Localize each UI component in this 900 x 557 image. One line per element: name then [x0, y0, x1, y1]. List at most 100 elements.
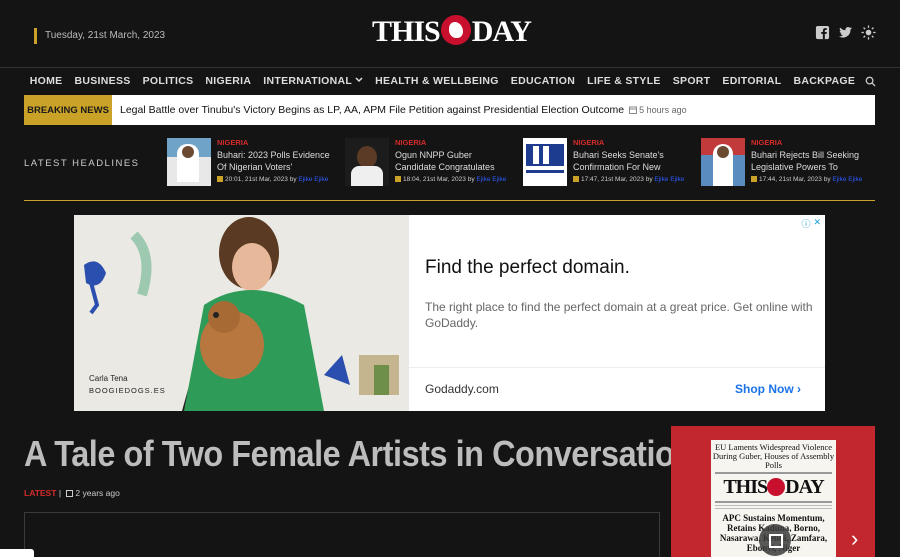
- ad-domain[interactable]: Godaddy.com: [425, 382, 499, 396]
- paper-rule: [715, 505, 832, 506]
- ad-caption-name: Carla Tena: [89, 374, 128, 383]
- nav-item-editorial[interactable]: EDITORIAL: [716, 75, 787, 87]
- headline-title[interactable]: Buhari: 2023 Polls Evidence Of Nigerian …: [217, 149, 335, 173]
- ad-shop-now-label: Shop Now: [735, 382, 794, 396]
- headline-time: 17:44, 21st Mar, 2023: [759, 176, 822, 183]
- section-divider: [24, 200, 875, 201]
- facebook-icon[interactable]: [815, 25, 830, 40]
- headline-meta: 18:04, 21st Mar, 2023 by Ejike Ejike: [395, 176, 513, 183]
- social-icons: [815, 25, 876, 40]
- paper-logo-day: DAY: [785, 476, 824, 498]
- nav-item-international[interactable]: INTERNATIONAL: [257, 75, 369, 87]
- headline-author[interactable]: Ejike Ejike: [654, 176, 684, 183]
- headline-by: by: [467, 176, 475, 183]
- headline-category[interactable]: NIGERIA: [751, 138, 869, 147]
- headline-title[interactable]: Buhari Rejects Bill Seeking Legislative …: [751, 149, 869, 173]
- corner-tab[interactable]: [0, 549, 34, 557]
- advertisement[interactable]: Carla Tena BOOGIEDOGS.ES ⓘ ✕ Find the pe…: [74, 215, 825, 411]
- nav-item-nigeria[interactable]: NIGERIA: [199, 75, 257, 87]
- ad-close-icon[interactable]: ✕: [813, 217, 821, 230]
- paper-headline: EU Laments Widespread Violence During Gu…: [712, 442, 835, 470]
- nav-item-education[interactable]: EDUCATION: [505, 75, 581, 87]
- calendar-icon: [573, 176, 579, 182]
- headline-by: by: [823, 176, 831, 183]
- headline-thumbnail[interactable]: [701, 138, 745, 186]
- logo-emblem-icon: [767, 478, 786, 496]
- headline-category[interactable]: NIGERIA: [217, 138, 335, 147]
- paper-rule: [715, 508, 832, 509]
- article-media-frame[interactable]: [24, 512, 660, 557]
- nav-item-sport[interactable]: SPORT: [667, 75, 717, 87]
- paper-rule: [715, 472, 832, 474]
- ad-caption-site: BOOGIEDOGS.ES: [89, 386, 166, 395]
- headline-card[interactable]: NIGERIA Buhari Seeks Senate's Confirmati…: [523, 138, 691, 188]
- headline-meta: 17:47, 21st Mar, 2023 by Ejike Ejike: [573, 176, 691, 183]
- headline-thumbnail[interactable]: [523, 138, 567, 186]
- chevron-down-icon: [355, 77, 363, 83]
- article-category[interactable]: LATEST: [24, 488, 56, 498]
- latest-headlines-label: LATEST HEADLINES: [24, 158, 140, 169]
- paper-logo: THIS DAY: [711, 476, 836, 499]
- headline-author[interactable]: Ejike Ejike: [476, 176, 506, 183]
- nav-item-business[interactable]: BUSINESS: [68, 75, 136, 87]
- nav-item-home[interactable]: HOME: [24, 75, 69, 87]
- logo-text-day: DAY: [471, 15, 532, 48]
- fullscreen-icon[interactable]: [759, 524, 791, 556]
- sun-icon[interactable]: [861, 25, 876, 40]
- calendar-icon: [629, 106, 638, 114]
- paper-logo-this: THIS: [723, 476, 768, 498]
- headline-body: NIGERIA Buhari Seeks Senate's Confirmati…: [573, 138, 691, 188]
- headline-meta: 20:01, 21st Mar, 2023 by Ejike Ejike: [217, 176, 335, 183]
- chevron-right-icon: ›: [797, 382, 802, 396]
- headline-body: NIGERIA Ogun NNPP Guber Candidate Congra…: [395, 138, 513, 188]
- ad-description: The right place to find the perfect doma…: [425, 300, 813, 330]
- headline-category[interactable]: NIGERIA: [395, 138, 513, 147]
- paper-rule: [715, 501, 832, 503]
- article-time: 2 years ago: [75, 488, 120, 498]
- breaking-news-link[interactable]: Legal Battle over Tinubu's Victory Begin…: [120, 104, 624, 116]
- headline-card[interactable]: NIGERIA Buhari: 2023 Polls Evidence Of N…: [167, 138, 335, 188]
- headline-author[interactable]: Ejike Ejike: [832, 176, 862, 183]
- headline-body: NIGERIA Buhari: 2023 Polls Evidence Of N…: [217, 138, 335, 188]
- ad-headline[interactable]: Find the perfect domain.: [425, 257, 630, 279]
- headline-title[interactable]: Buhari Seeks Senate's Confirmation For N…: [573, 149, 691, 173]
- search-icon[interactable]: [865, 76, 876, 87]
- nav-item-backpage[interactable]: BACKPAGE: [787, 75, 861, 87]
- breaking-news-label: BREAKING NEWS: [24, 95, 112, 125]
- ad-shop-now-button[interactable]: Shop Now ›: [735, 382, 801, 396]
- headline-by: by: [645, 176, 653, 183]
- ad-info-icon[interactable]: ⓘ: [801, 217, 810, 230]
- headline-time: 20:01, 21st Mar, 2023: [225, 176, 288, 183]
- headline-time: 17:47, 21st Mar, 2023: [581, 176, 644, 183]
- nav-item-health-wellbeing[interactable]: HEALTH & WELLBEING: [369, 75, 505, 87]
- latest-headlines-list: NIGERIA Buhari: 2023 Polls Evidence Of N…: [167, 138, 877, 188]
- headline-card[interactable]: NIGERIA Buhari Rejects Bill Seeking Legi…: [701, 138, 869, 188]
- headline-thumbnail[interactable]: [345, 138, 389, 186]
- headline-by: by: [289, 176, 297, 183]
- ad-separator: [409, 367, 825, 368]
- headline-title[interactable]: Ogun NNPP Guber Candidate Congratulates …: [395, 149, 513, 173]
- article-title[interactable]: A Tale of Two Female Artists in Conversa…: [24, 433, 694, 475]
- meta-separator: |: [58, 488, 62, 498]
- newspaper-promo[interactable]: EU Laments Widespread Violence During Gu…: [671, 426, 875, 557]
- top-bar: Tuesday, 21st March, 2023 THIS DAY: [0, 0, 900, 68]
- calendar-icon: [751, 176, 757, 182]
- current-date: Tuesday, 21st March, 2023: [34, 28, 165, 44]
- headline-body: NIGERIA Buhari Rejects Bill Seeking Legi…: [751, 138, 869, 188]
- headline-thumbnail[interactable]: [167, 138, 211, 186]
- logo-text-this: THIS: [372, 15, 441, 48]
- twitter-icon[interactable]: [838, 25, 853, 40]
- next-arrow-icon[interactable]: ›: [851, 526, 858, 552]
- nav-item-politics[interactable]: POLITICS: [137, 75, 200, 87]
- headline-card[interactable]: NIGERIA Ogun NNPP Guber Candidate Congra…: [345, 138, 513, 188]
- headline-author[interactable]: Ejike Ejike: [298, 176, 328, 183]
- breaking-news-time: 5 hours ago: [639, 105, 687, 115]
- calendar-icon: [395, 176, 401, 182]
- headline-category[interactable]: NIGERIA: [573, 138, 691, 147]
- article-meta: LATEST | 2 years ago: [24, 488, 120, 498]
- site-logo[interactable]: THIS DAY: [372, 14, 532, 50]
- ad-image[interactable]: Carla Tena BOOGIEDOGS.ES: [74, 215, 409, 411]
- headline-time: 18:04, 21st Mar, 2023: [403, 176, 466, 183]
- nav-item-life-style[interactable]: LIFE & STYLE: [581, 75, 667, 87]
- main-nav: HOME BUSINESS POLITICS NIGERIA INTERNATI…: [0, 68, 900, 94]
